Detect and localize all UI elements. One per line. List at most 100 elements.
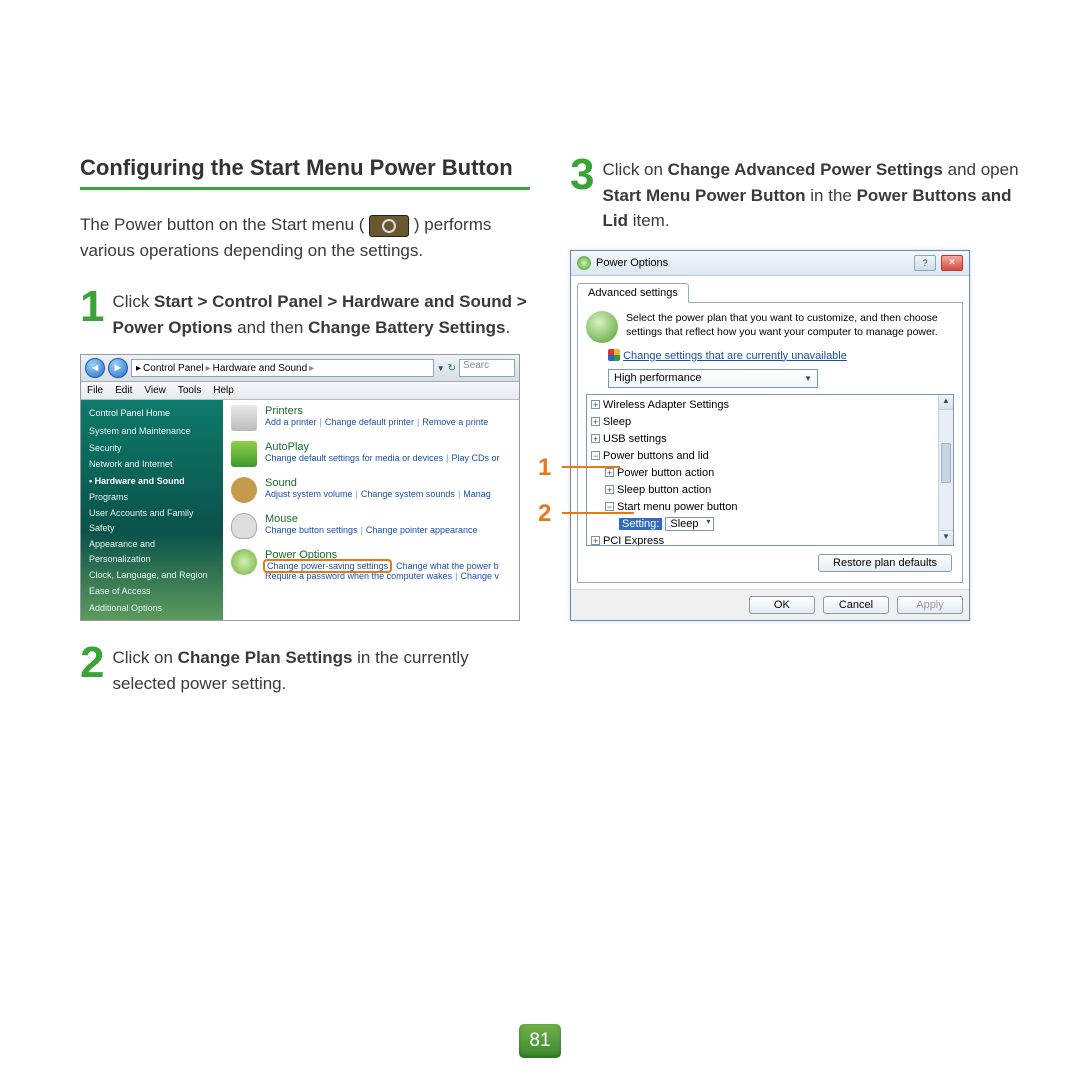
close-button[interactable]: ✕ [941, 255, 963, 271]
cat-title[interactable]: Sound [265, 477, 491, 489]
sound-icon [231, 477, 257, 503]
scroll-down-icon[interactable]: ▼ [939, 530, 953, 545]
cat-title[interactable]: Printers [265, 405, 488, 417]
collapse-icon[interactable]: − [605, 502, 614, 511]
dialog-power-options: Power Options ? ✕ Advanced settings Sele… [570, 250, 970, 621]
tree-item-start-menu-power-button[interactable]: Start menu power button [617, 501, 737, 513]
scroll-up-icon[interactable]: ▲ [939, 395, 953, 410]
link[interactable]: Change v [460, 571, 499, 581]
link[interactable]: Manag [463, 489, 491, 499]
sidebar-item[interactable]: Network and Internet [89, 457, 215, 471]
menu-tools[interactable]: Tools [178, 385, 201, 396]
apply-button[interactable]: Apply [897, 596, 963, 614]
sidebar-item[interactable]: Ease of Access [89, 584, 215, 598]
t: Start Menu Power Button [602, 186, 805, 205]
tree-item[interactable]: PCI Express [603, 535, 664, 546]
menu-help[interactable]: Help [213, 385, 234, 396]
link[interactable]: Change what the power b [396, 561, 499, 571]
dialog-footer: OK Cancel Apply [571, 589, 969, 620]
t: and then [232, 318, 308, 337]
setting-combobox[interactable]: Sleep [665, 517, 713, 531]
address-bar[interactable]: ▸ Control Panel ▸ Hardware and Sound ▸ [131, 359, 434, 377]
link[interactable]: Play CDs or [451, 453, 499, 463]
menu-view[interactable]: View [144, 385, 166, 396]
cat-title[interactable]: AutoPlay [265, 441, 499, 453]
link[interactable]: Change default settings for media or dev… [265, 453, 443, 463]
shield-icon [608, 349, 620, 361]
scrollbar[interactable]: ▲ ▼ [938, 395, 953, 545]
menu-file[interactable]: File [87, 385, 103, 396]
step-body: Click Start > Control Panel > Hardware a… [112, 287, 530, 340]
step-body: Click on Change Plan Settings in the cur… [112, 643, 530, 696]
link-change-power-saving[interactable]: Change power-saving settings [265, 561, 390, 571]
dialog-title: Power Options [596, 257, 668, 269]
scroll-thumb[interactable] [941, 443, 951, 483]
settings-tree[interactable]: +Wireless Adapter Settings +Sleep +USB s… [586, 394, 954, 546]
link[interactable]: Change button settings [265, 525, 358, 535]
tree-item[interactable]: USB settings [603, 433, 667, 445]
screenshot-control-panel: ◄ ► ▸ Control Panel ▸ Hardware and Sound… [80, 354, 520, 621]
plan-combobox[interactable]: High performance ▼ [608, 369, 818, 388]
tree-item[interactable]: Sleep button action [617, 484, 711, 496]
cp-menubar: File Edit View Tools Help [81, 382, 519, 400]
tree-item[interactable]: Power button action [617, 467, 714, 479]
t: Change Advanced Power Settings [668, 160, 943, 179]
tree-item[interactable]: Sleep [603, 416, 631, 428]
sidebar-item[interactable]: Additional Options [89, 601, 215, 615]
expand-icon[interactable]: + [591, 417, 600, 426]
expand-icon[interactable]: + [591, 434, 600, 443]
step-2: 2 Click on Change Plan Settings in the c… [80, 643, 530, 696]
link[interactable]: Change pointer appearance [366, 525, 478, 535]
link[interactable]: Change system sounds [361, 489, 455, 499]
link[interactable]: Change default printer [325, 417, 414, 427]
t: Change Plan Settings [178, 648, 353, 667]
sidebar-item[interactable]: Security [89, 441, 215, 455]
tree-item[interactable]: Wireless Adapter Settings [603, 399, 729, 411]
link[interactable]: Add a printer [265, 417, 317, 427]
tree-item-power-buttons-lid[interactable]: Power buttons and lid [603, 450, 709, 462]
t: and open [943, 160, 1019, 179]
t: Click [112, 292, 154, 311]
link-change-unavailable[interactable]: Change settings that are currently unava… [623, 350, 847, 362]
dropdown-icon[interactable]: ▼ [437, 364, 445, 373]
page-number: 81 [519, 1024, 561, 1058]
expand-icon[interactable]: + [605, 485, 614, 494]
tab-advanced-settings[interactable]: Advanced settings [577, 283, 689, 303]
power-button-icon [369, 215, 409, 237]
restore-defaults-button[interactable]: Restore plan defaults [818, 554, 952, 572]
cat-sound: Sound Adjust system volume|Change system… [231, 477, 519, 503]
sidebar-item[interactable]: Clock, Language, and Region [89, 568, 215, 582]
cat-title[interactable]: Mouse [265, 513, 478, 525]
breadcrumb[interactable]: Control Panel [143, 363, 204, 374]
breadcrumb[interactable]: Hardware and Sound [213, 363, 308, 374]
link[interactable]: Adjust system volume [265, 489, 353, 499]
ok-button[interactable]: OK [749, 596, 815, 614]
help-button[interactable]: ? [914, 255, 936, 271]
sidebar-item-active[interactable]: Hardware and Sound [89, 474, 215, 488]
cancel-button[interactable]: Cancel [823, 596, 889, 614]
sidebar-item[interactable]: System and Maintenance [89, 424, 215, 438]
power-options-icon [231, 549, 257, 575]
plan-value: High performance [614, 372, 701, 384]
link[interactable]: Remove a printe [422, 417, 488, 427]
search-input[interactable]: Searc [459, 359, 515, 377]
sidebar-item[interactable]: User Accounts and Family Safety [89, 506, 215, 535]
back-button[interactable]: ◄ [85, 358, 105, 378]
sidebar-item[interactable]: Appearance and Personalization [89, 537, 215, 566]
cat-mouse: Mouse Change button settings|Change poin… [231, 513, 519, 539]
expand-icon[interactable]: + [605, 468, 614, 477]
forward-button[interactable]: ► [108, 358, 128, 378]
cp-navbar: ◄ ► ▸ Control Panel ▸ Hardware and Sound… [81, 355, 519, 382]
link[interactable]: Require a password when the computer wak… [265, 571, 452, 581]
t: Click on [112, 648, 177, 667]
screenshot-power-options-dialog: 1 2 Power Options ? ✕ Advanced settings [570, 250, 1020, 621]
expand-icon[interactable]: + [591, 400, 600, 409]
cat-title[interactable]: Power Options [265, 549, 499, 561]
sidebar-header[interactable]: Control Panel Home [89, 406, 215, 420]
menu-edit[interactable]: Edit [115, 385, 132, 396]
refresh-icon[interactable]: ↻ [448, 363, 456, 374]
collapse-icon[interactable]: − [591, 451, 600, 460]
expand-icon[interactable]: + [591, 536, 600, 545]
sidebar-item[interactable]: Programs [89, 490, 215, 504]
dialog-body: Select the power plan that you want to c… [577, 302, 963, 583]
